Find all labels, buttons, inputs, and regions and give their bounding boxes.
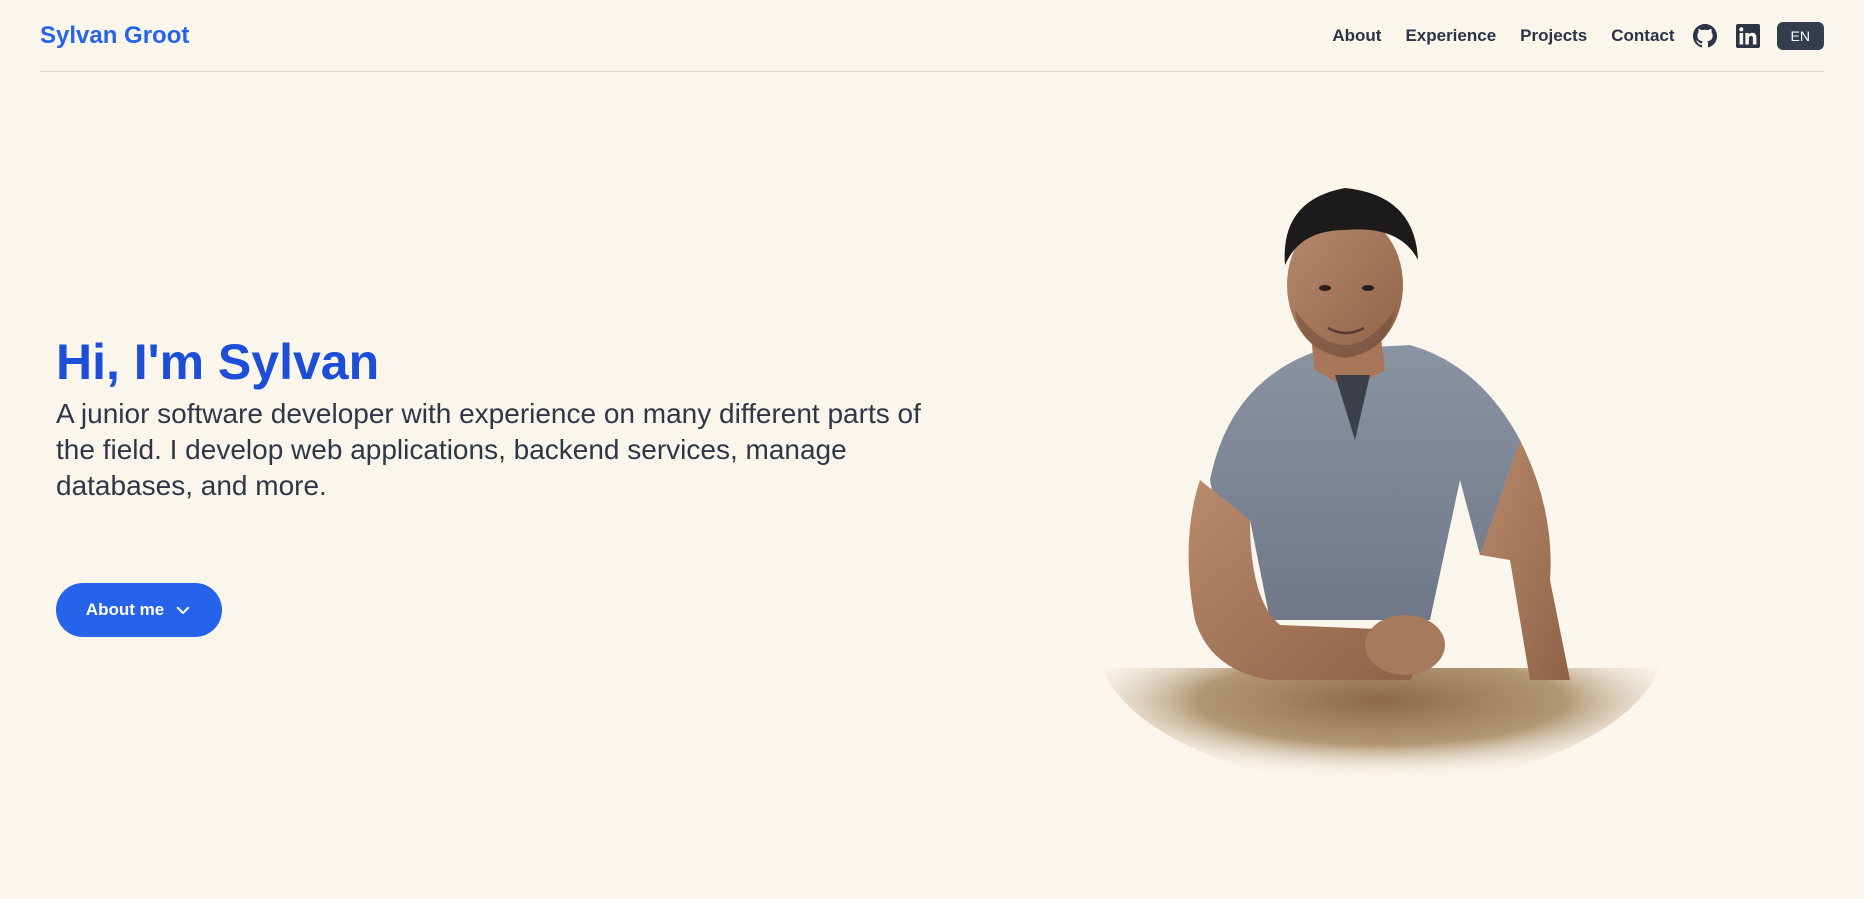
hero-subtitle: A junior software developer with experie… bbox=[56, 398, 921, 501]
hero-section: Hi, I'm Sylvan A junior software develop… bbox=[56, 332, 936, 504]
hero-title: Hi, I'm Sylvan bbox=[56, 334, 380, 390]
github-icon[interactable] bbox=[1692, 23, 1718, 49]
nav-experience[interactable]: Experience bbox=[1405, 26, 1496, 46]
page: Sylvan Groot About Experience Projects C… bbox=[0, 0, 1864, 899]
nav-contact[interactable]: Contact bbox=[1611, 26, 1674, 46]
portrait-photo bbox=[1100, 180, 1660, 800]
nav-projects[interactable]: Projects bbox=[1520, 26, 1587, 46]
language-select-button[interactable]: EN bbox=[1776, 21, 1824, 50]
nav-about[interactable]: About bbox=[1332, 26, 1381, 46]
linkedin-icon[interactable] bbox=[1735, 23, 1761, 49]
about-me-button-label: About me bbox=[85, 600, 165, 619]
chevron-down-icon bbox=[174, 601, 192, 619]
site-header: Sylvan Groot About Experience Projects C… bbox=[40, 0, 1824, 72]
about-me-button[interactable]: About me bbox=[56, 583, 222, 637]
brand-logo[interactable]: Sylvan Groot bbox=[40, 22, 189, 50]
main-nav: About Experience Projects Contact EN bbox=[1332, 21, 1824, 50]
